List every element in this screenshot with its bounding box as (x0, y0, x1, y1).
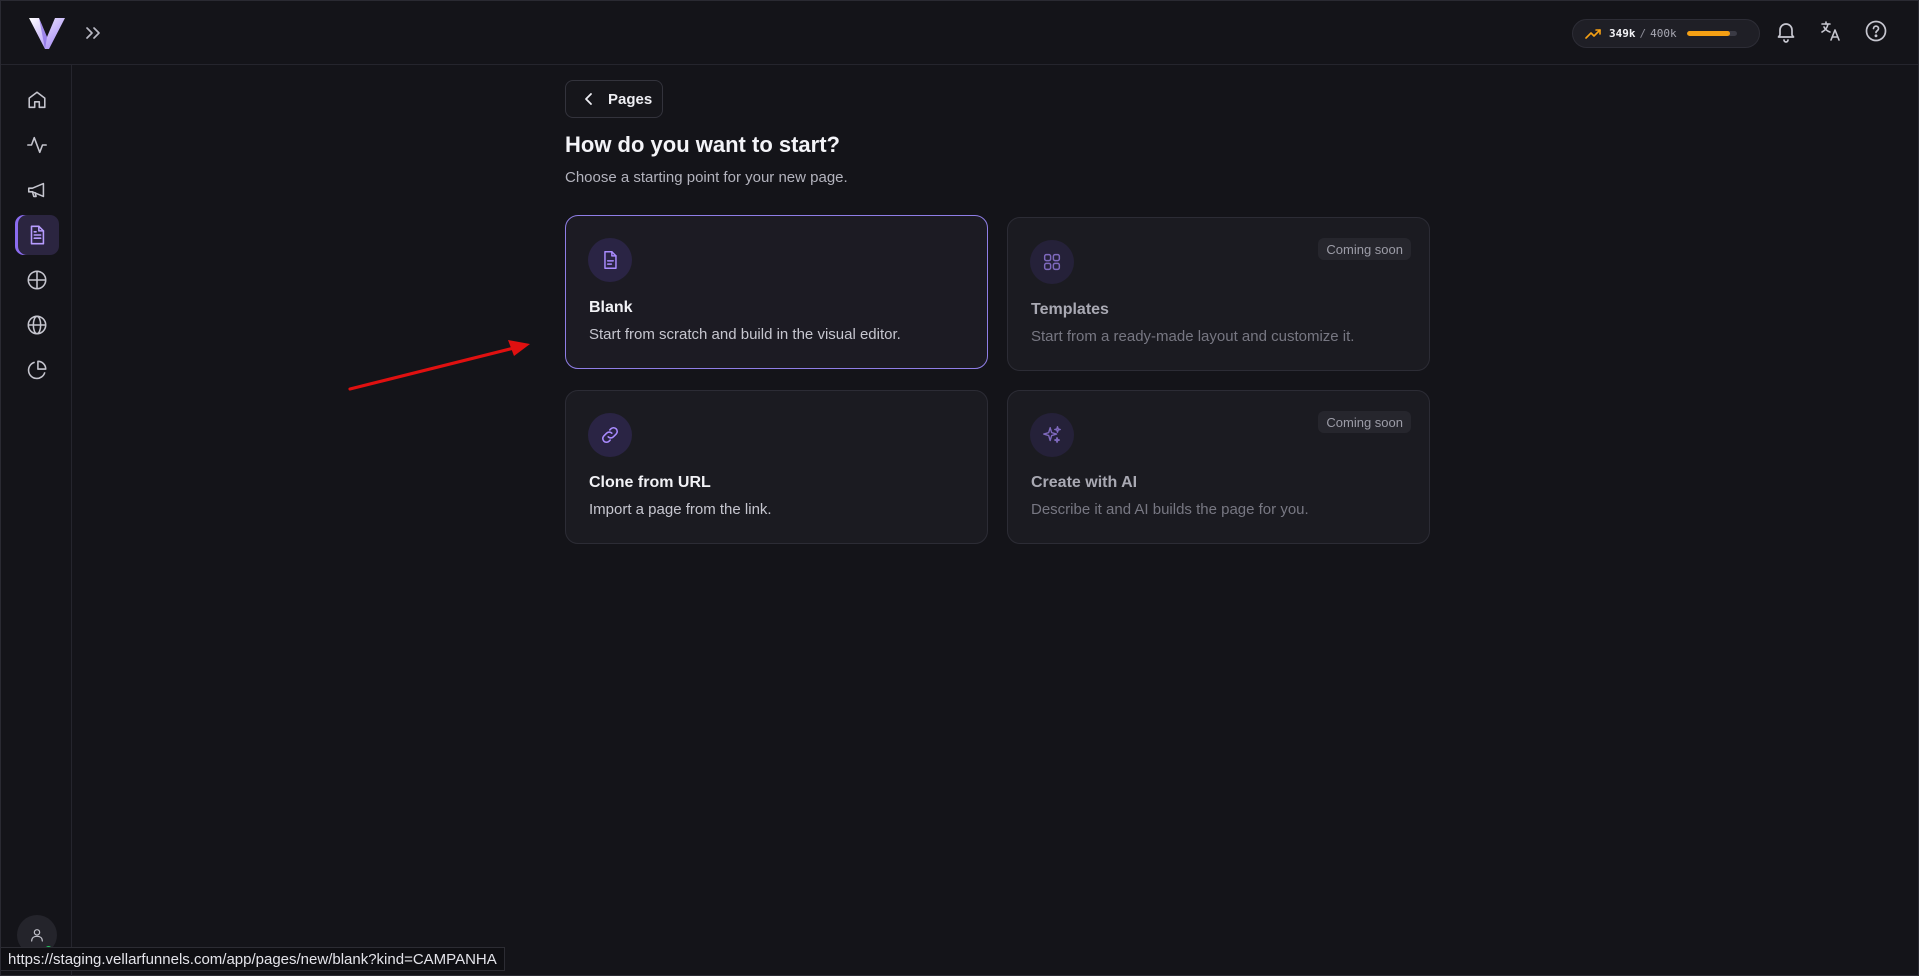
chevrons-right-icon[interactable] (83, 23, 103, 43)
sidebar-item-analytics[interactable] (15, 125, 59, 165)
option-card-create-ai: Coming soon Create with AI Describe it a… (1007, 390, 1430, 544)
vellar-logo-icon[interactable] (27, 15, 67, 51)
credits-separator: / (1639, 27, 1647, 40)
link-icon (602, 427, 618, 443)
card-title: Clone from URL (589, 474, 711, 491)
credits-total: 400k (1650, 27, 1677, 40)
translate-icon[interactable] (1819, 19, 1843, 43)
card-icon-wrap (588, 238, 632, 282)
help-circle-icon[interactable] (1864, 19, 1888, 43)
card-description: Start from a ready-made layout and custo… (1031, 328, 1355, 345)
globe-icon (27, 315, 47, 335)
bell-icon[interactable] (1774, 19, 1798, 43)
sidebar-item-campaigns[interactable] (15, 170, 59, 210)
card-icon-wrap (1030, 413, 1074, 457)
trending-up-icon (1585, 28, 1601, 39)
card-title: Create with AI (1031, 474, 1138, 491)
sidebar-item-home[interactable] (15, 80, 59, 120)
user-icon (31, 929, 43, 942)
credits-progress-fill (1686, 31, 1731, 36)
option-card-clone-url[interactable]: Clone from URL Import a page from the li… (565, 390, 988, 544)
page-title: How do you want to start? (565, 132, 840, 157)
page-subtitle: Choose a starting point for your new pag… (565, 169, 848, 186)
sidebar-item-domains[interactable] (15, 305, 59, 345)
annotation-arrow-icon (348, 340, 530, 391)
card-description: Describe it and AI builds the page for y… (1031, 501, 1309, 518)
card-icon-wrap (1030, 240, 1074, 284)
credits-progress-bar (1686, 31, 1737, 36)
home-icon (28, 91, 46, 109)
card-icon-wrap (588, 413, 632, 457)
pie-chart-icon (27, 360, 47, 380)
sidebar-item-reports[interactable] (15, 350, 59, 390)
megaphone-icon (27, 182, 45, 198)
top-bar: 349k / 400k (1, 1, 1918, 65)
credits-used: 349k (1609, 27, 1636, 40)
file-icon (604, 251, 617, 269)
sidebar-item-pages[interactable] (15, 215, 59, 255)
sidebar-item-integrations[interactable] (15, 260, 59, 300)
card-description: Import a page from the link. (589, 501, 772, 518)
back-button-label: Pages (608, 90, 653, 108)
file-text-icon (30, 225, 45, 245)
activity-icon (27, 136, 47, 154)
card-title: Blank (589, 299, 633, 316)
sparkles-icon (1043, 426, 1061, 444)
option-card-templates: Coming soon Templates Start from a ready… (1007, 217, 1430, 371)
app-window: 349k / 400k Pages How do you want to sta… (0, 0, 1919, 976)
coming-soon-badge: Coming soon (1318, 411, 1411, 433)
grid-icon (1043, 253, 1061, 271)
globe-grid-icon (27, 270, 47, 290)
card-title: Templates (1031, 301, 1109, 318)
sidebar-nav (1, 65, 72, 976)
option-card-blank[interactable]: Blank Start from scratch and build in th… (565, 215, 988, 369)
chevron-left-icon (585, 93, 592, 105)
coming-soon-badge: Coming soon (1318, 238, 1411, 260)
card-description: Start from scratch and build in the visu… (589, 326, 901, 343)
back-to-pages-button[interactable]: Pages (565, 80, 663, 118)
link-status-bar: https://staging.vellarfunnels.com/app/pa… (1, 947, 505, 971)
credits-usage-pill[interactable]: 349k / 400k (1572, 19, 1760, 48)
